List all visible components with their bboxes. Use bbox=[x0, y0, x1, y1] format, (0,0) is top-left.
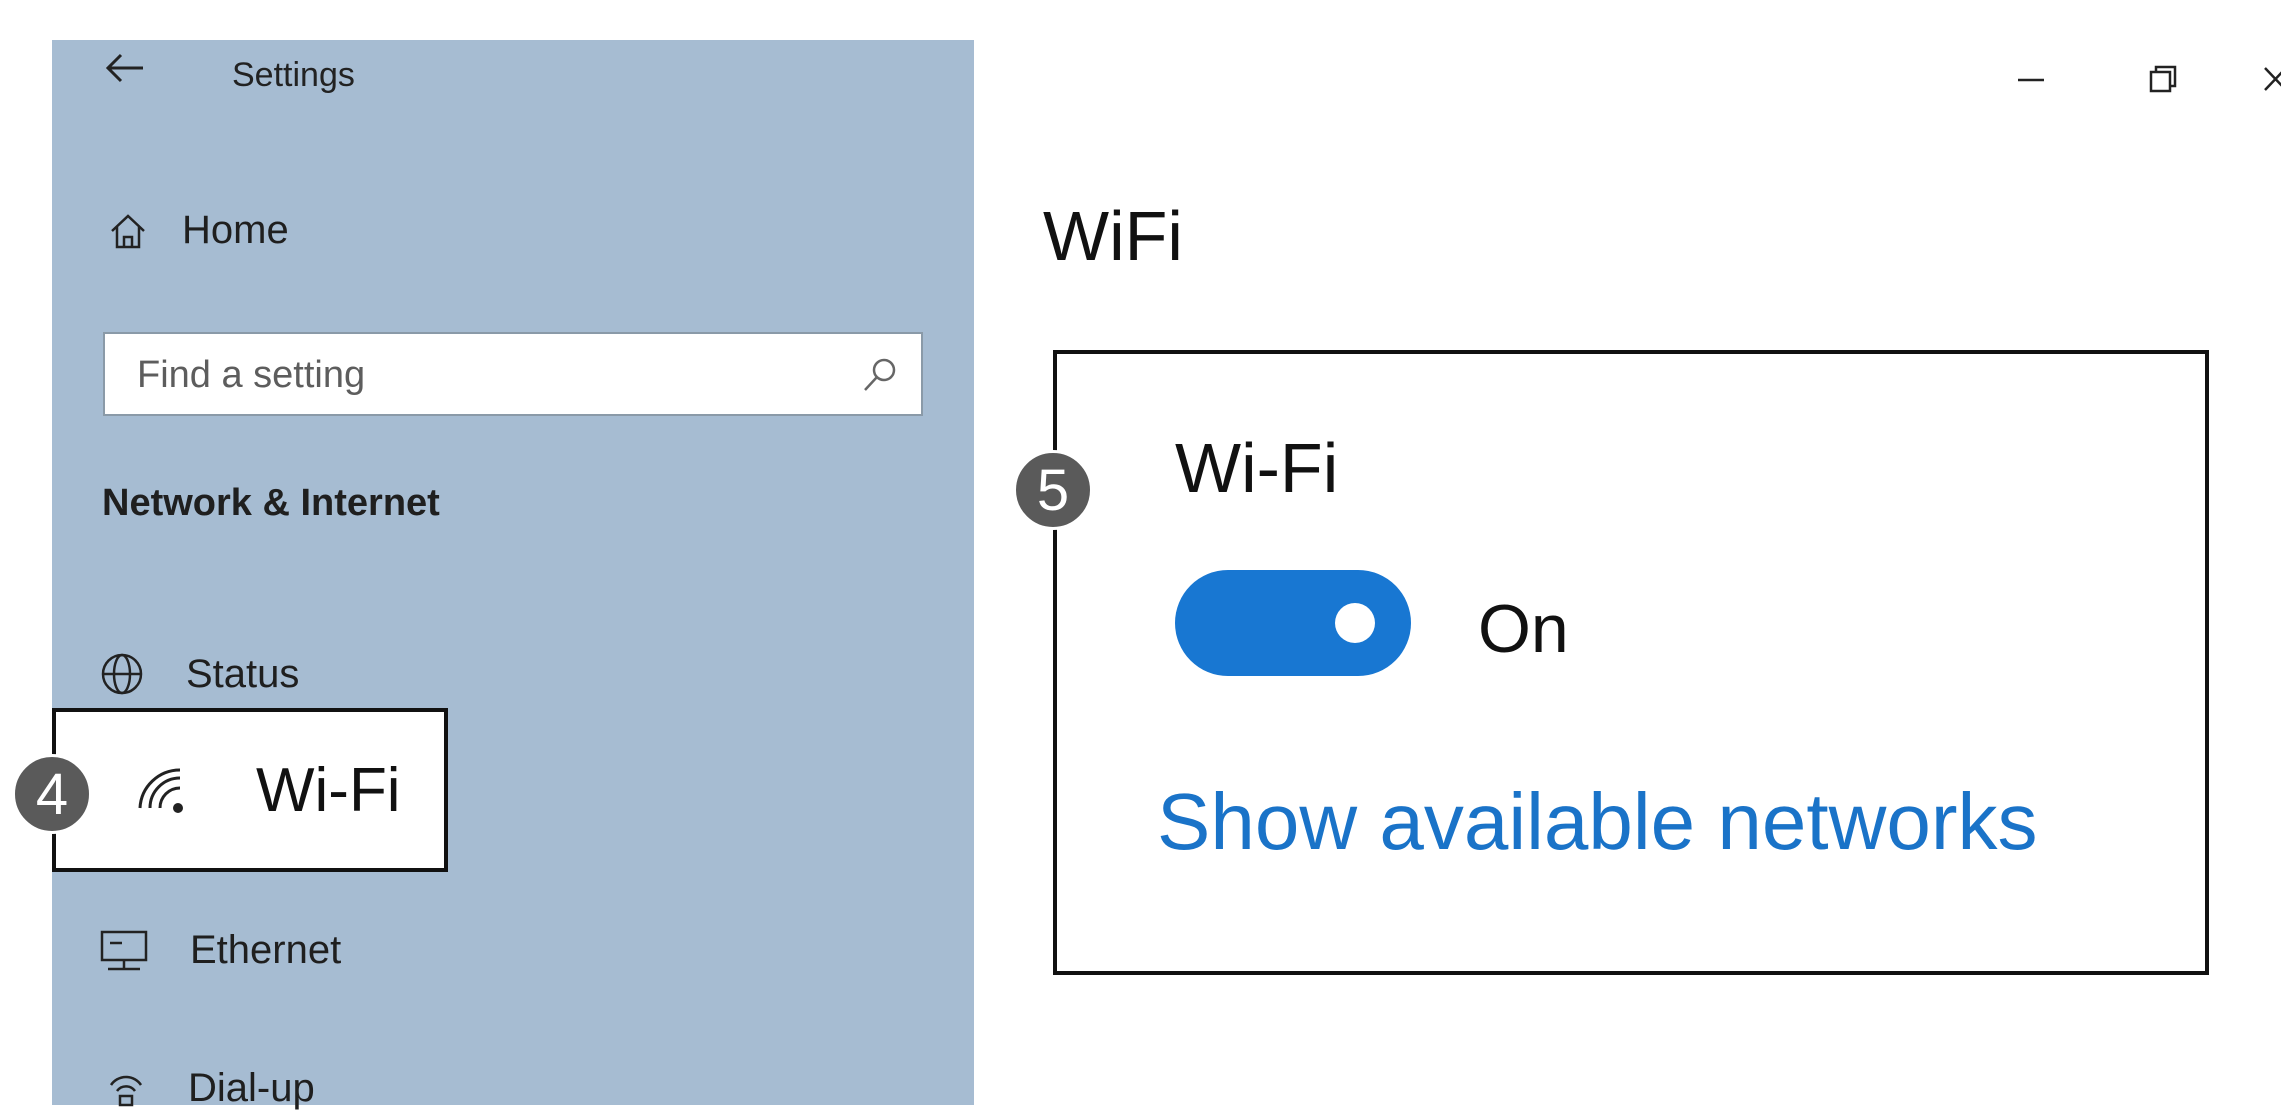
search-field[interactable] bbox=[103, 332, 923, 416]
show-available-networks-link[interactable]: Show available networks bbox=[1157, 776, 2037, 868]
sidebar-item-ethernet[interactable]: Ethernet bbox=[98, 928, 341, 973]
toggle-state-label: On bbox=[1478, 591, 1569, 667]
page-title: WiFi bbox=[1043, 197, 1183, 275]
sidebar-item-status[interactable]: Status bbox=[98, 650, 299, 698]
home-icon bbox=[111, 213, 145, 248]
section-heading: Network & Internet bbox=[102, 482, 440, 524]
restore-icon[interactable] bbox=[2142, 58, 2184, 100]
sidebar-item-label: Wi-Fi bbox=[256, 755, 401, 825]
sidebar-item-wifi[interactable]: Wi-Fi bbox=[52, 708, 448, 872]
sidebar-item-label: Home bbox=[182, 208, 289, 252]
dialup-icon bbox=[109, 1075, 143, 1106]
sidebar-item-dialup[interactable]: Dial-up bbox=[108, 1066, 315, 1111]
close-icon[interactable] bbox=[2262, 58, 2281, 100]
search-icon[interactable] bbox=[861, 356, 899, 394]
sidebar-item-label: Dial-up bbox=[188, 1066, 315, 1110]
wifi-toggle[interactable] bbox=[1175, 570, 1411, 676]
ethernet-icon bbox=[100, 930, 148, 970]
back-arrow-icon[interactable] bbox=[105, 52, 145, 84]
sidebar-item-label: Ethernet bbox=[190, 928, 342, 972]
window-title: Settings bbox=[232, 56, 355, 94]
step-marker-5: 5 bbox=[1013, 450, 1093, 530]
step-marker-4: 4 bbox=[12, 754, 92, 834]
toggle-knob bbox=[1335, 603, 1375, 643]
wifi-panel-heading: Wi-Fi bbox=[1175, 429, 1339, 507]
globe-icon bbox=[101, 653, 143, 695]
sidebar-item-label: Status bbox=[186, 651, 300, 696]
search-input[interactable] bbox=[135, 344, 839, 406]
wifi-icon bbox=[138, 768, 183, 813]
sidebar-item-home[interactable]: Home bbox=[108, 208, 289, 253]
minimize-icon[interactable] bbox=[2010, 58, 2052, 100]
